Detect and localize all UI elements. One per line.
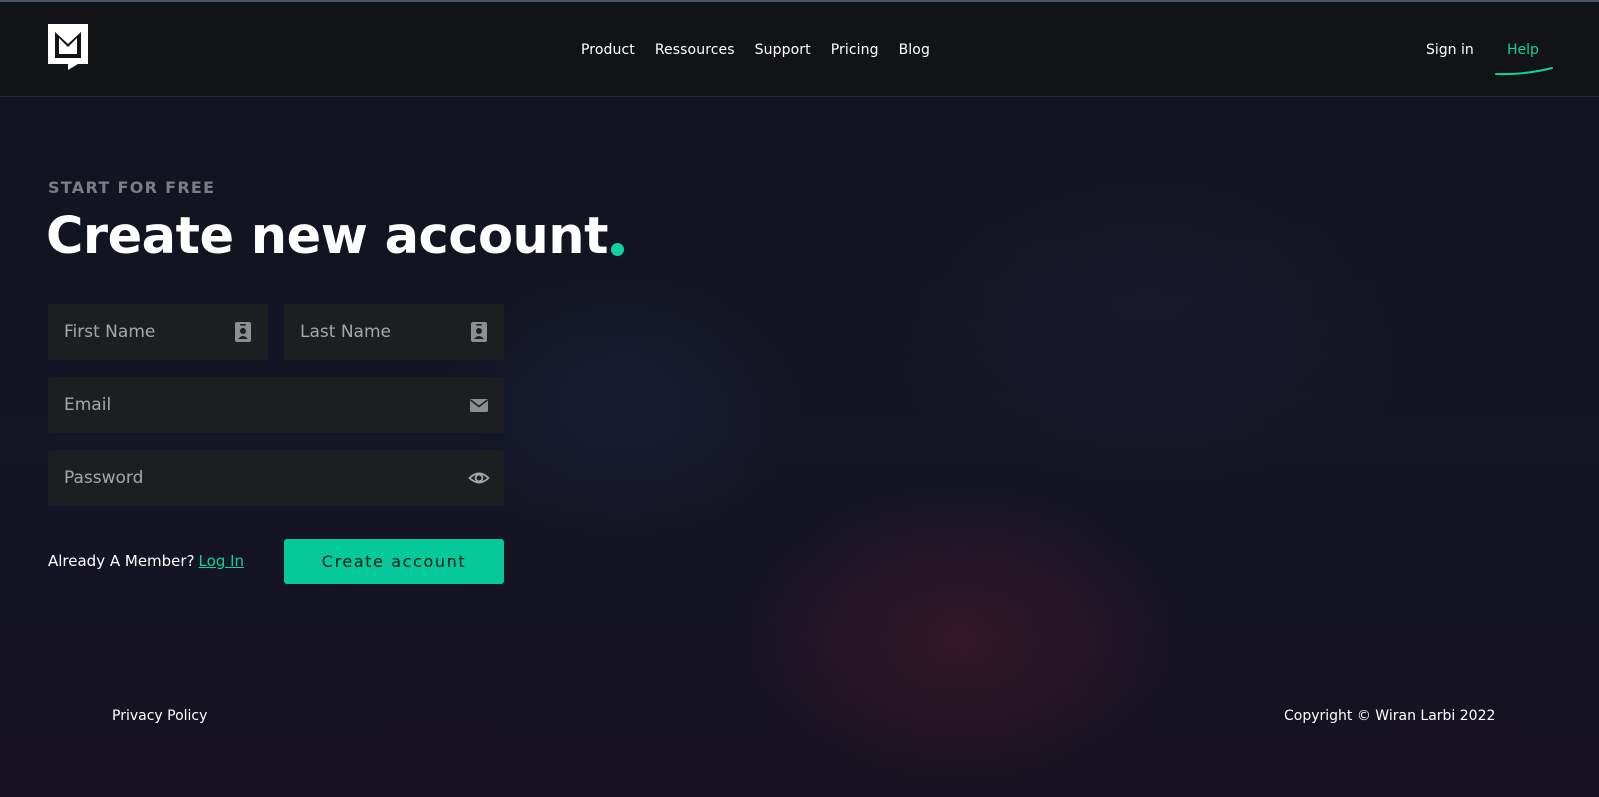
page-title: Create new account xyxy=(46,207,609,266)
password-field[interactable] xyxy=(48,450,504,506)
eyebrow-text: START FOR FREE xyxy=(48,178,216,197)
create-account-button[interactable]: Create account xyxy=(284,539,504,584)
site-header: Product Ressources Support Pricing Blog … xyxy=(0,2,1599,97)
first-name-field[interactable] xyxy=(48,304,268,360)
contact-card-icon xyxy=(235,322,251,342)
member-prompt: Already A Member? Log In xyxy=(48,552,244,570)
envelope-icon xyxy=(470,399,488,412)
login-link[interactable]: Log In xyxy=(199,552,245,570)
email-input[interactable] xyxy=(48,377,504,433)
main-nav: Product Ressources Support Pricing Blog xyxy=(581,42,930,58)
help-underline xyxy=(1495,67,1553,76)
member-prompt-text: Already A Member? xyxy=(48,552,195,570)
nav-blog[interactable]: Blog xyxy=(899,42,930,58)
nav-support[interactable]: Support xyxy=(755,42,811,58)
title-accent-dot xyxy=(611,243,624,256)
brand-logo[interactable] xyxy=(48,24,88,70)
page: Product Ressources Support Pricing Blog … xyxy=(0,0,1599,797)
help-link[interactable]: Help xyxy=(1507,42,1539,58)
nav-ressources[interactable]: Ressources xyxy=(655,42,735,58)
email-field[interactable] xyxy=(48,377,504,433)
nav-product[interactable]: Product xyxy=(581,42,635,58)
last-name-field[interactable] xyxy=(284,304,504,360)
copyright-text: Copyright © Wiran Larbi 2022 xyxy=(1284,708,1496,724)
eye-icon[interactable] xyxy=(468,467,490,489)
nav-pricing[interactable]: Pricing xyxy=(831,42,879,58)
privacy-policy-link[interactable]: Privacy Policy xyxy=(112,708,207,724)
sign-in-link[interactable]: Sign in xyxy=(1426,42,1474,58)
contact-card-icon xyxy=(471,322,487,342)
password-input[interactable] xyxy=(48,450,504,506)
